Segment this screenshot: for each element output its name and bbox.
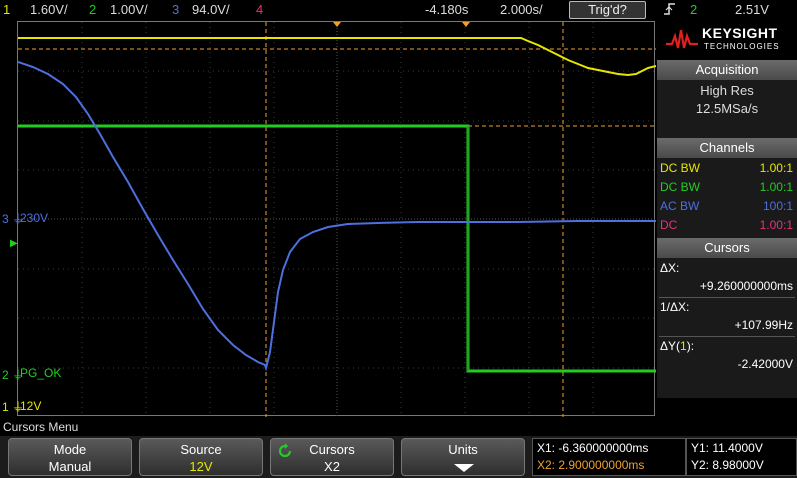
inverse-delta-x-value: +107.99Hz [734, 318, 793, 332]
softkey-label: Units [448, 442, 478, 457]
acquisition-info: High Res 12.5MSa/s [657, 80, 797, 138]
softkey-value: X2 [324, 459, 340, 474]
info-panel: KEYSIGHT TECHNOLOGIES Acquisition High R… [657, 20, 797, 436]
channel-coupling: DC BW [660, 161, 700, 175]
inverse-delta-x-label: 1/ΔX: [660, 300, 690, 314]
softkey-label: Source [180, 442, 222, 457]
brand-name: KEYSIGHT [702, 25, 778, 41]
delta-y-value: -2.42000V [737, 357, 793, 371]
trigger-level[interactable]: 2.51V [735, 2, 769, 17]
ch3-number[interactable]: 3 [172, 2, 179, 17]
delta-x-value: +9.260000000ms [699, 279, 793, 293]
channel-probe-ratio: 1.00:1 [759, 180, 793, 194]
trigger-level-arrow-icon[interactable]: ▶ [10, 238, 18, 249]
delta-y-label-suffix: ): [686, 339, 695, 353]
divider [659, 336, 795, 337]
cursor-y-readout: Y1: 11.4000V Y2: 8.98000V [686, 438, 797, 476]
delta-x-label: ΔX: [660, 261, 680, 275]
ch2-scale[interactable]: 1.00V/ [110, 2, 148, 17]
waveform-display[interactable] [17, 21, 656, 417]
channel-probe-ratio: 1.00:1 [759, 161, 793, 175]
ch2-number[interactable]: 2 [89, 2, 96, 17]
ch4-number[interactable]: 4 [256, 2, 263, 17]
time-scale[interactable]: 2.000s/ [500, 2, 543, 17]
channels-info: DC BW 1.00:1 DC BW 1.00:1 AC BW 100:1 DC… [657, 158, 797, 240]
softkey-label: Mode [53, 442, 87, 457]
channel-coupling: AC BW [660, 199, 700, 213]
submenu-arrow-down-icon [454, 464, 474, 472]
ch3-level-label: 230V [20, 211, 49, 225]
status-bar: 1 1.60V/ 2 1.00V/ 3 94.0V/ 4 -4.180s 2.0… [0, 0, 797, 20]
cursors-softkey[interactable]: Cursors X2 [270, 438, 394, 476]
trigger-source[interactable]: 2 [690, 2, 697, 17]
channel-coupling: DC BW [660, 180, 700, 194]
softkey-label: Cursors [309, 442, 355, 457]
cursor-x-readout: X1: -6.360000000ms X2: 2.900000000ms [532, 438, 686, 476]
delta-y-channel: 1 [680, 339, 687, 353]
divider [659, 297, 795, 298]
units-softkey[interactable]: Units [401, 438, 525, 476]
acquisition-mode: High Res [700, 83, 754, 98]
trigger-status-button[interactable]: Trig'd? [569, 1, 646, 19]
delta-y-label: ΔY(1): [660, 339, 793, 353]
keysight-logo: KEYSIGHT TECHNOLOGIES [657, 20, 797, 60]
menu-title: Cursors Menu [0, 419, 530, 436]
ch2-marker-number: 2 [2, 368, 9, 382]
softkey-value: Manual [48, 459, 92, 474]
channel-probe-ratio: 100:1 [762, 199, 793, 213]
channel-probe-ratio: 1.00:1 [759, 218, 793, 232]
ch1-level-label: 12V [20, 399, 42, 413]
source-softkey[interactable]: Source 12V [139, 438, 263, 476]
trigger-time-marker[interactable] [333, 22, 341, 27]
channel-1-row: DC BW 1.00:1 [660, 161, 793, 175]
cursors-info: ΔX: +9.260000000ms 1/ΔX: +107.99Hz ΔY(1)… [657, 258, 797, 398]
cursor-y1-readout: Y1: 11.4000V [691, 441, 763, 455]
channel-3-row: AC BW 100:1 [660, 199, 793, 213]
acquisition-header[interactable]: Acquisition [657, 60, 797, 80]
channels-header[interactable]: Channels [657, 138, 797, 158]
sample-rate: 12.5MSa/s [695, 101, 759, 116]
channel-4-row: DC 1.00:1 [660, 218, 793, 232]
ch3-scale[interactable]: 94.0V/ [192, 2, 230, 17]
ch2-level-label: PG_OK [20, 366, 62, 380]
cursor-x1-readout: X1: -6.360000000ms [537, 441, 649, 455]
cursor-y2-readout: Y2: 8.98000V [691, 458, 764, 472]
ch1-marker-number: 1 [2, 400, 9, 414]
cursor-x2-readout: X2: 2.900000000ms [537, 458, 645, 472]
delta-y-label-prefix: ΔY( [660, 339, 681, 353]
ch3-marker-number: 3 [2, 212, 9, 226]
time-offset[interactable]: -4.180s [425, 2, 468, 17]
ch1-number[interactable]: 1 [3, 2, 10, 17]
graticule [18, 22, 656, 417]
time-reference-marker[interactable] [462, 22, 470, 27]
softkey-value: 12V [189, 459, 213, 474]
channel-coupling: DC [660, 218, 678, 232]
brand-subtitle: TECHNOLOGIES [704, 42, 780, 51]
mode-softkey[interactable]: Mode Manual [8, 438, 132, 476]
rising-edge-icon [663, 1, 677, 20]
channel-2-row: DC BW 1.00:1 [660, 180, 793, 194]
cursors-header[interactable]: Cursors [657, 238, 797, 258]
keysight-wave-icon [666, 29, 698, 49]
ch1-scale[interactable]: 1.60V/ [30, 2, 68, 17]
